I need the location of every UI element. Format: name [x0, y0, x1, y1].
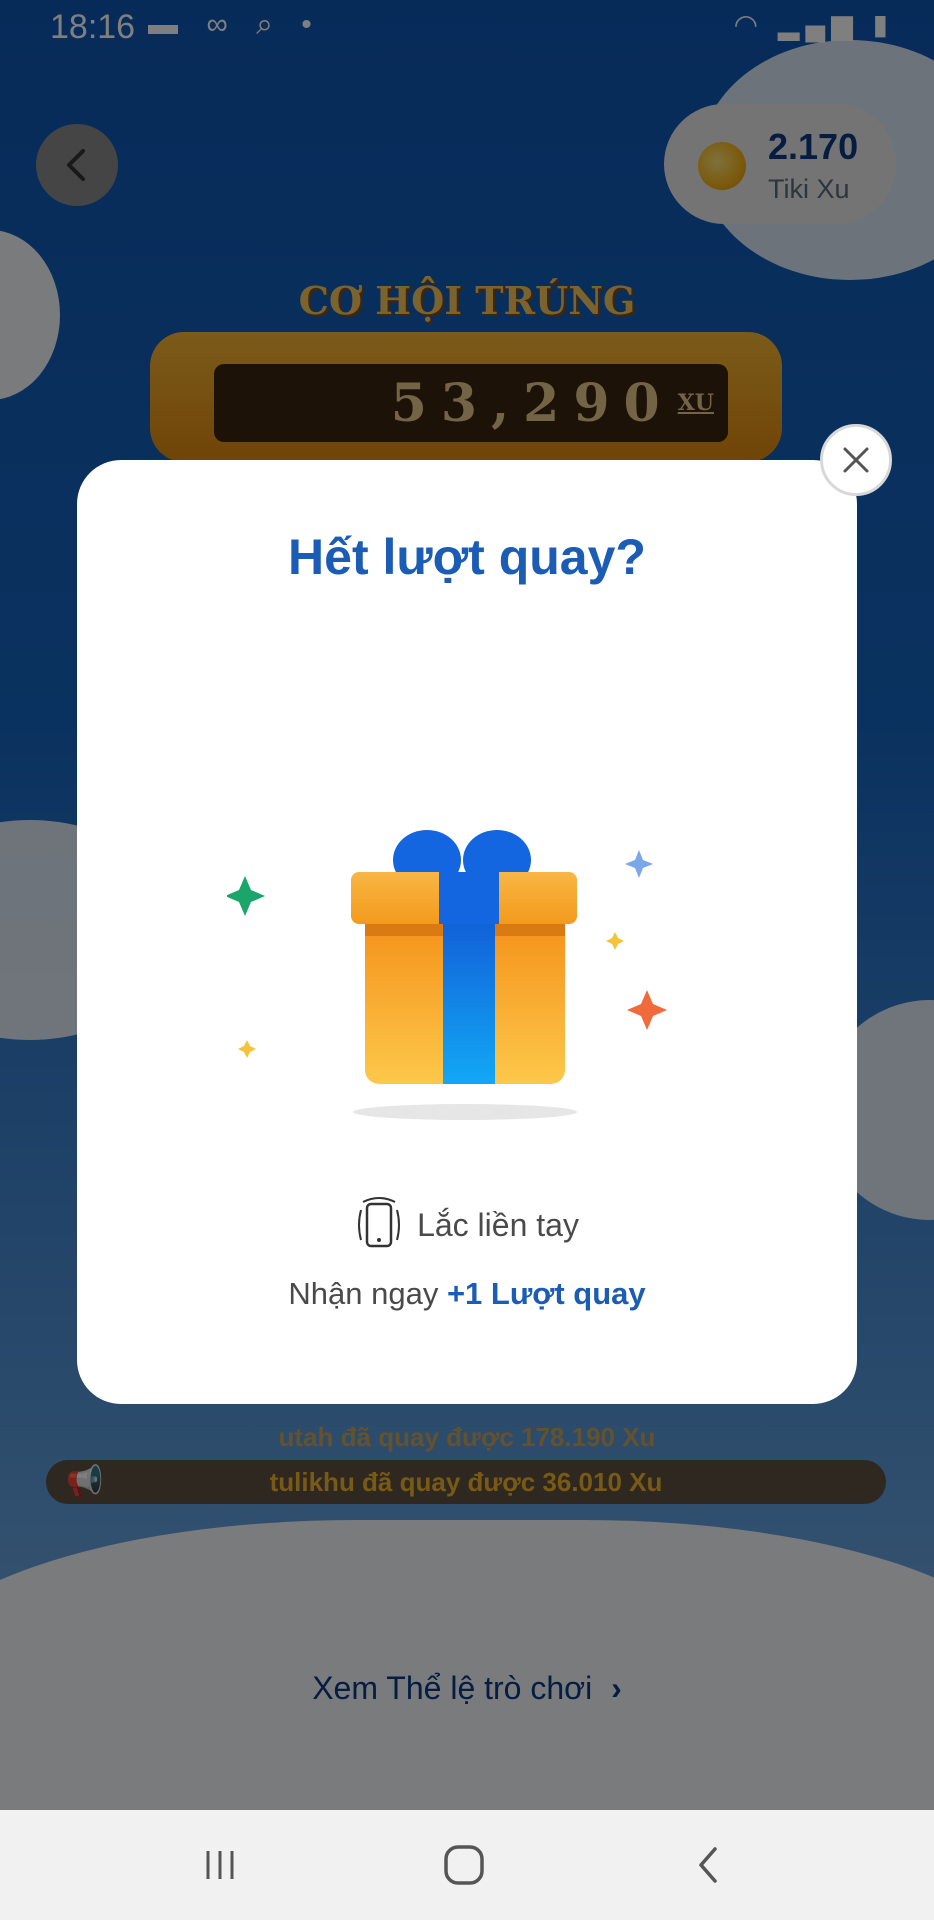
shake-label: Lắc liền tay	[417, 1206, 579, 1243]
close-button[interactable]	[820, 424, 892, 496]
recent-apps-icon	[206, 1851, 234, 1879]
back-icon	[699, 1847, 717, 1883]
home-button[interactable]	[434, 1840, 494, 1890]
recent-apps-button[interactable]	[190, 1840, 250, 1890]
shake-hint: Lắc liền tay	[77, 1196, 857, 1254]
back-nav-button[interactable]	[678, 1840, 738, 1890]
reward-prefix: Nhận ngay	[288, 1276, 439, 1311]
out-of-spins-modal: Hết lượt quay? Lắc liền tay Nhận ngay +1…	[77, 460, 857, 1404]
modal-title: Hết lượt quay?	[288, 529, 646, 585]
system-nav-bar	[0, 1810, 934, 1920]
gift-icon	[225, 830, 667, 1120]
reward-text: Nhận ngay +1 Lượt quay	[77, 1276, 857, 1312]
reward-highlight: +1 Lượt quay	[446, 1276, 646, 1311]
close-icon	[843, 447, 869, 473]
home-icon	[444, 1845, 484, 1885]
gift-illustration	[225, 820, 707, 1140]
shake-phone-icon	[358, 1197, 401, 1248]
